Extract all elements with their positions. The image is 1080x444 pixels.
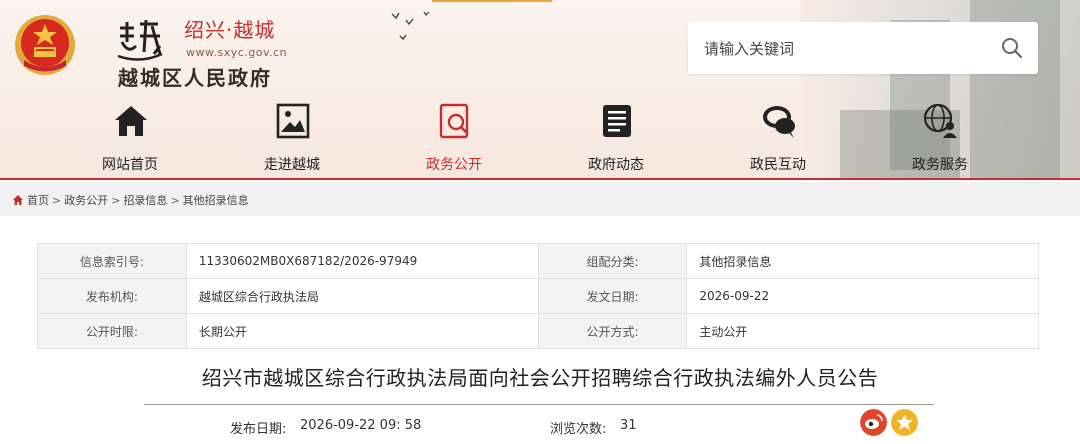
info-table: 信息索引号: 11330602MB0X687182/2026-97949 组配分…	[37, 243, 1039, 349]
breadcrumb-sep: >	[111, 193, 121, 207]
nav-label: 政务公开	[426, 157, 482, 173]
term-label: 公开时限:	[37, 313, 187, 349]
breadcrumb-home[interactable]: 首页	[27, 192, 49, 208]
table-row: 公开时限: 长期公开 公开方式: 主动公开	[37, 313, 1039, 349]
table-row: 发布机构: 越城区综合行政执法局 发文日期: 2026-09-22	[37, 278, 1039, 314]
birds-decoration-icon	[391, 11, 430, 41]
search-input[interactable]	[702, 34, 986, 64]
publisher-value: 越城区综合行政执法局	[185, 278, 539, 314]
site-brand: 绍兴·越城	[184, 18, 276, 42]
breadcrumb-recruit[interactable]: 招录信息	[123, 192, 167, 208]
breadcrumb-other-recruit[interactable]: 其他招录信息	[183, 192, 249, 208]
views-label: 浏览次数:	[550, 422, 607, 437]
nav-label: 网站首页	[102, 157, 158, 173]
nav-item-services[interactable]: 政务服务	[870, 98, 1010, 178]
article-title: 绍兴市越城区综合行政执法局面向社会公开招聘综合行政执法编外人员公告	[201, 366, 879, 390]
publish-date-label: 发布日期:	[230, 422, 287, 437]
nav-label: 政民互动	[750, 157, 806, 173]
breadcrumb-sep: >	[52, 193, 62, 207]
nav-label: 走进越城	[264, 157, 320, 173]
nav-underline	[0, 178, 1080, 180]
star-icon[interactable]	[891, 409, 918, 436]
accent-strip	[432, 0, 552, 2]
nav-item-gov-affairs[interactable]: 政务公开	[384, 98, 524, 178]
document-search-icon	[439, 103, 469, 139]
publisher-label: 发布机构:	[37, 278, 187, 314]
breadcrumb-home-icon	[13, 195, 23, 205]
weibo-icon[interactable]	[860, 409, 887, 436]
issue-date-value: 2026-09-22	[686, 278, 1039, 314]
category-label: 组配分类:	[537, 243, 688, 279]
home-icon	[115, 106, 147, 136]
term-value: 长期公开	[185, 313, 539, 349]
method-value: 主动公开	[686, 313, 1039, 349]
method-label: 公开方式:	[537, 313, 688, 349]
nav-item-home[interactable]: 网站首页	[60, 98, 200, 178]
index-value: 11330602MB0X687182/2026-97949	[185, 243, 539, 279]
nav-item-gov-news[interactable]: 政府动态	[546, 98, 686, 178]
main-nav: 网站首页 走进越城 政务公开 政府动态 政民互动 政务服务	[60, 98, 1010, 178]
breadcrumb-sep: >	[170, 193, 180, 207]
nav-item-interaction[interactable]: 政民互动	[708, 98, 848, 178]
nav-item-about[interactable]: 走进越城	[222, 98, 362, 178]
category-value: 其他招录信息	[686, 243, 1039, 279]
site-url[interactable]: www.sxyc.gov.cn	[186, 46, 287, 59]
gov-name: 越城区人民政府	[118, 66, 272, 90]
issue-date-label: 发文日期:	[537, 278, 688, 314]
nav-label: 政府动态	[588, 157, 644, 173]
yuecheng-logo-icon	[117, 19, 163, 61]
table-row: 信息索引号: 11330602MB0X687182/2026-97949 组配分…	[37, 243, 1039, 279]
views-value: 31	[620, 418, 637, 433]
breadcrumb: 首页 > 政务公开 > 招录信息 > 其他招录信息	[0, 182, 1080, 216]
index-label: 信息索引号:	[37, 243, 187, 279]
title-divider	[144, 404, 934, 405]
chat-icon	[763, 106, 795, 138]
national-emblem-icon	[15, 15, 75, 75]
globe-user-icon	[923, 103, 957, 138]
news-list-icon	[603, 105, 631, 137]
search-icon[interactable]	[1000, 36, 1024, 60]
search-box	[688, 22, 1038, 74]
breadcrumb-gov-affairs[interactable]: 政务公开	[64, 192, 108, 208]
nav-label: 政务服务	[912, 157, 968, 173]
publish-date-value: 2026-09-22 09: 58	[300, 418, 422, 433]
picture-icon	[276, 103, 310, 139]
site-header: 绍兴·越城 www.sxyc.gov.cn 越城区人民政府 网站首页 走进越	[0, 0, 1080, 180]
